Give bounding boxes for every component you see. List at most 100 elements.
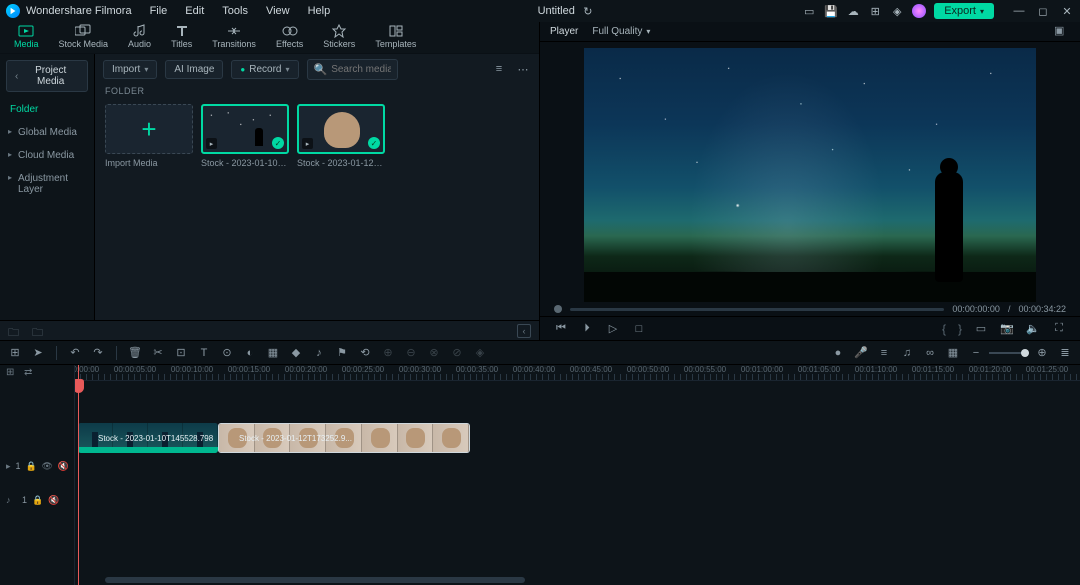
tab-effects[interactable]: Effects [276, 24, 303, 53]
tab-audio[interactable]: Audio [128, 24, 151, 53]
sidebar-item-cloud-media[interactable]: Cloud Media [0, 144, 94, 167]
lock-icon[interactable]: 🔒 [26, 461, 37, 472]
video-track-1[interactable]: ▸ Stock - 2023-01-10T145528.798 ▸ Stock … [75, 421, 1080, 455]
media-clip-2[interactable]: ▸✓ Stock - 2023-01-12T173252.9... [297, 104, 385, 168]
video-track-header[interactable]: ▸ 1 🔒 👁 🔇 [0, 449, 74, 483]
detach-audio-icon[interactable]: ♪ [312, 346, 326, 360]
marker-icon[interactable]: ⚑ [335, 346, 349, 360]
mute-icon[interactable]: 👁 [42, 461, 53, 472]
tool-c-icon[interactable]: ⊗ [427, 346, 441, 360]
import-media-tile[interactable]: + Import Media [105, 104, 193, 168]
record-vo-icon[interactable]: ● [831, 346, 845, 360]
display-icon[interactable]: ▭ [974, 322, 988, 336]
timeline-scrollbar[interactable] [75, 577, 1080, 583]
mark-in-icon[interactable]: { [942, 322, 946, 336]
zoom-in-icon[interactable]: ⊕ [1035, 346, 1049, 360]
scrub-track[interactable] [570, 308, 944, 311]
stop-icon[interactable]: □ [632, 322, 646, 336]
player-tab[interactable]: Player [550, 26, 578, 37]
keyframe-icon[interactable]: ◆ [289, 346, 303, 360]
crop-icon[interactable]: ⊡ [174, 346, 188, 360]
cloud-sync-icon[interactable]: ↻ [581, 4, 595, 18]
gem-icon[interactable]: ◈ [890, 4, 904, 18]
search-media[interactable]: 🔍 [307, 59, 398, 80]
mixer-mic-icon[interactable]: 🎤 [854, 346, 868, 360]
menu-help[interactable]: Help [308, 5, 331, 17]
undo-icon[interactable]: ↶ [68, 346, 82, 360]
play-icon[interactable]: ▷ [606, 322, 620, 336]
adjust-icon[interactable]: ⟲ [358, 346, 372, 360]
new-folder-icon[interactable]: 🗀 [8, 324, 22, 338]
grid-icon[interactable]: ▦ [946, 346, 960, 360]
mixer-icon[interactable]: ≡ [877, 346, 891, 360]
collapse-panel-button[interactable]: ‹ [517, 324, 531, 338]
new-bin-icon[interactable]: 🗀 [32, 324, 46, 338]
link-icon[interactable]: ∞ [923, 346, 937, 360]
lock-icon[interactable]: 🔒 [32, 495, 43, 506]
sidebar-item-adjustment-layer[interactable]: Adjustment Layer [0, 167, 94, 201]
delete-icon[interactable]: 🗑 [128, 346, 142, 360]
minimize-button[interactable]: — [1012, 5, 1026, 18]
mark-out-icon[interactable]: } [958, 322, 962, 336]
tab-stock-media[interactable]: Stock Media [59, 24, 109, 53]
ai-image-button[interactable]: AI Image [165, 60, 223, 79]
menu-file[interactable]: File [150, 5, 168, 17]
cloud-icon[interactable]: ☁ [846, 4, 860, 18]
record-button[interactable]: Record▾ [231, 60, 298, 79]
snapshot-button-icon[interactable]: 📷 [1000, 322, 1014, 336]
fullscreen-icon[interactable]: ⛶ [1052, 322, 1066, 336]
zoom-out-icon[interactable]: − [969, 346, 983, 360]
redo-icon[interactable]: ↷ [91, 346, 105, 360]
manage-tracks-icon[interactable]: ⊞ [6, 367, 18, 379]
tab-stickers[interactable]: Stickers [323, 24, 355, 53]
text-icon[interactable]: T [197, 346, 211, 360]
hide-icon[interactable]: 🔇 [58, 461, 69, 472]
save-icon[interactable]: 💾 [824, 4, 838, 18]
cursor-tool-icon[interactable]: ➤ [31, 346, 45, 360]
prev-frame-icon[interactable]: ⏮ [554, 322, 568, 336]
audio-sync-icon[interactable]: ♫ [900, 346, 914, 360]
track-options-icon[interactable]: ≣ [1058, 346, 1072, 360]
import-button[interactable]: Import▾ [103, 60, 157, 79]
audio-track-header[interactable]: ♪ 1 🔒 🔇 [0, 483, 74, 517]
timeline-clip-2[interactable]: ▸ Stock - 2023-01-12T173252.9... [218, 423, 470, 453]
select-tool-icon[interactable]: ⊞ [8, 346, 22, 360]
split-icon[interactable]: ✂ [151, 346, 165, 360]
tab-templates[interactable]: Templates [375, 24, 416, 53]
close-button[interactable]: ✕ [1060, 5, 1074, 18]
tool-e-icon[interactable]: ◈ [473, 346, 487, 360]
preview-viewport[interactable] [584, 48, 1036, 302]
user-avatar[interactable] [912, 4, 926, 18]
playhead[interactable] [78, 365, 79, 585]
filter-icon[interactable]: ≡ [491, 61, 507, 77]
scrub-handle[interactable] [554, 305, 562, 313]
more-icon[interactable]: ⋯ [515, 61, 531, 77]
audio-track-1[interactable] [75, 455, 1080, 489]
zoom-slider[interactable]: −⊕ [969, 346, 1049, 360]
tool-b-icon[interactable]: ⊖ [404, 346, 418, 360]
sidebar-item-global-media[interactable]: Global Media [0, 121, 94, 144]
timeline-clip-1[interactable]: ▸ Stock - 2023-01-10T145528.798 [78, 423, 218, 453]
apps-icon[interactable]: ⊞ [868, 4, 882, 18]
timeline-ruler[interactable]: 00:00:00:0000:00:05:0000:00:10:0000:00:1… [75, 365, 1080, 381]
search-input[interactable] [331, 64, 391, 75]
volume-icon[interactable]: 🔈 [1026, 322, 1040, 336]
maximize-button[interactable]: ◻ [1036, 5, 1050, 18]
export-button[interactable]: Export▾ [934, 3, 994, 19]
speed-icon[interactable]: ⊙ [220, 346, 234, 360]
menu-view[interactable]: View [266, 5, 290, 17]
play-backward-icon[interactable]: ⏵ [580, 322, 594, 336]
quality-dropdown[interactable]: Full Quality▾ [592, 26, 650, 37]
color-icon[interactable]: ◐ [243, 346, 257, 360]
media-clip-1[interactable]: ▸✓ Stock - 2023-01-10T145528.7... [201, 104, 289, 168]
tool-a-icon[interactable]: ⊕ [381, 346, 395, 360]
green-screen-icon[interactable]: ▦ [266, 346, 280, 360]
menu-edit[interactable]: Edit [185, 5, 204, 17]
tab-titles[interactable]: Titles [171, 24, 192, 53]
sync-icon[interactable]: ⇄ [24, 367, 36, 379]
tool-d-icon[interactable]: ⊘ [450, 346, 464, 360]
project-media-button[interactable]: Project Media [6, 60, 88, 92]
layout-icon[interactable]: ▭ [802, 4, 816, 18]
tab-transitions[interactable]: Transitions [212, 24, 256, 53]
mute-icon[interactable]: 🔇 [48, 495, 59, 506]
